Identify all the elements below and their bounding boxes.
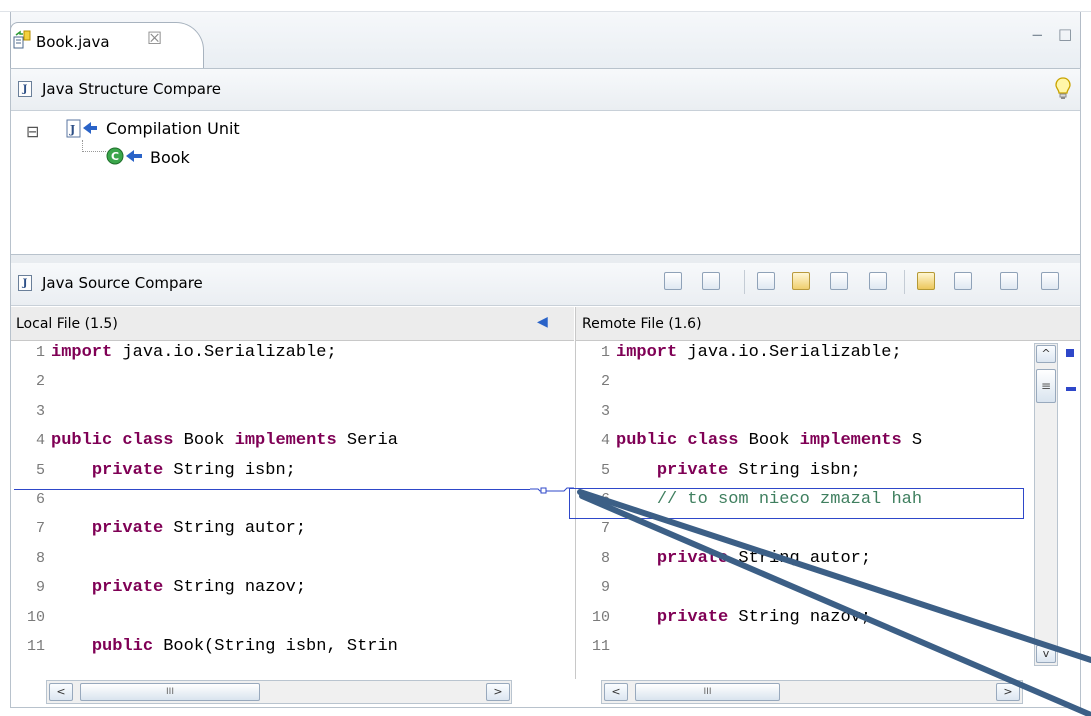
next-change-icon[interactable] bbox=[1000, 272, 1018, 290]
scroll-up-button[interactable]: ^ bbox=[1036, 345, 1056, 363]
remote-line-number: 3 bbox=[600, 402, 610, 420]
editor-tab-title: Book.java bbox=[36, 33, 110, 51]
annotation-arrow-overlay bbox=[577, 489, 1091, 716]
local-line-number: 2 bbox=[35, 373, 45, 391]
minimize-icon[interactable]: − bbox=[1031, 26, 1044, 44]
remote-line-number: 2 bbox=[600, 373, 610, 391]
copy-all-right-to-left-icon[interactable] bbox=[792, 272, 810, 290]
compilation-unit-icon: J bbox=[66, 118, 98, 140]
local-code-line[interactable]: private String nazov; bbox=[51, 578, 306, 597]
annotation-arrow-upper bbox=[577, 489, 1091, 663]
local-line-number: 8 bbox=[35, 549, 45, 567]
remote-code-line[interactable]: public class Book implements S bbox=[616, 431, 922, 450]
local-line-number: 9 bbox=[35, 579, 45, 597]
tree-collapse-icon[interactable]: ⊟ bbox=[26, 122, 39, 141]
local-code-line[interactable]: private String autor; bbox=[51, 519, 306, 538]
copy-all-left-to-right-icon[interactable] bbox=[757, 272, 775, 290]
toolbar-separator bbox=[744, 270, 745, 294]
local-file-label: Local File (1.5) bbox=[16, 316, 118, 332]
java-file-icon: J bbox=[18, 275, 32, 291]
lightbulb-icon[interactable] bbox=[1054, 76, 1072, 102]
previous-change-icon[interactable] bbox=[1041, 272, 1059, 290]
remote-line-number: 1 bbox=[600, 344, 610, 361]
overview-change-marker[interactable] bbox=[1066, 349, 1074, 357]
remote-line-number: 4 bbox=[600, 432, 610, 450]
local-diff-marker-line bbox=[14, 489, 530, 490]
vertical-scroll-thumb[interactable]: ≡ bbox=[1036, 369, 1056, 403]
previous-difference-icon[interactable] bbox=[954, 272, 972, 290]
horizontal-scroll-thumb[interactable]: III bbox=[80, 683, 260, 701]
local-code-line[interactable]: public class Book implements Seria bbox=[51, 431, 398, 450]
local-code-view[interactable]: 1 import java.io.Serializable; 2 3 4 public c… bbox=[11, 341, 538, 679]
local-line-number: 10 bbox=[26, 608, 45, 626]
local-line-number: 4 bbox=[35, 432, 45, 450]
show-ancestor-icon[interactable] bbox=[664, 272, 682, 290]
scroll-right-button[interactable]: > bbox=[486, 683, 510, 701]
toolbar-separator bbox=[904, 270, 905, 294]
tree-item-book[interactable]: Book bbox=[150, 148, 190, 167]
class-icon: C bbox=[106, 145, 146, 167]
local-file-column-header: Local File (1.5) bbox=[11, 307, 574, 341]
local-line-number: 3 bbox=[35, 402, 45, 420]
svg-text:C: C bbox=[111, 150, 119, 163]
local-code-line[interactable]: import java.io.Serializable; bbox=[51, 343, 337, 362]
local-code-line[interactable]: public Book(String isbn, Strin bbox=[51, 637, 398, 656]
next-difference-icon[interactable] bbox=[917, 272, 935, 290]
close-tab-icon[interactable]: ☒ bbox=[147, 29, 162, 49]
structure-compare-title: Java Structure Compare bbox=[42, 80, 222, 98]
compare-file-icon bbox=[13, 30, 31, 50]
local-line-number: 6 bbox=[35, 491, 45, 508]
svg-text:J: J bbox=[69, 123, 75, 136]
copy-current-left-to-right-icon[interactable] bbox=[830, 272, 848, 290]
tree-item-compilation-unit[interactable]: Compilation Unit bbox=[106, 119, 240, 138]
local-line-number: 7 bbox=[35, 520, 45, 538]
swap-panes-icon[interactable] bbox=[702, 272, 720, 290]
local-line-number: 5 bbox=[35, 461, 45, 479]
annotation-arrow-lower bbox=[579, 493, 1091, 716]
remote-file-column-header: Remote File (1.6) bbox=[575, 307, 1080, 341]
maximize-icon[interactable]: □ bbox=[1058, 25, 1072, 43]
overview-change-marker[interactable] bbox=[1066, 387, 1076, 391]
remote-file-label: Remote File (1.6) bbox=[582, 316, 702, 332]
remote-code-line[interactable]: import java.io.Serializable; bbox=[616, 343, 902, 362]
scroll-left-button[interactable]: < bbox=[49, 683, 73, 701]
source-compare-title: Java Source Compare bbox=[42, 274, 203, 292]
java-file-icon: J bbox=[18, 81, 32, 97]
local-code-line[interactable]: private String isbn; bbox=[51, 461, 296, 480]
local-line-number: 1 bbox=[35, 344, 45, 361]
tree-connector bbox=[82, 151, 106, 152]
copy-left-arrow-icon[interactable]: ◀ bbox=[537, 314, 548, 330]
local-line-number: 11 bbox=[26, 638, 45, 655]
copy-current-right-to-left-icon[interactable] bbox=[869, 272, 887, 290]
